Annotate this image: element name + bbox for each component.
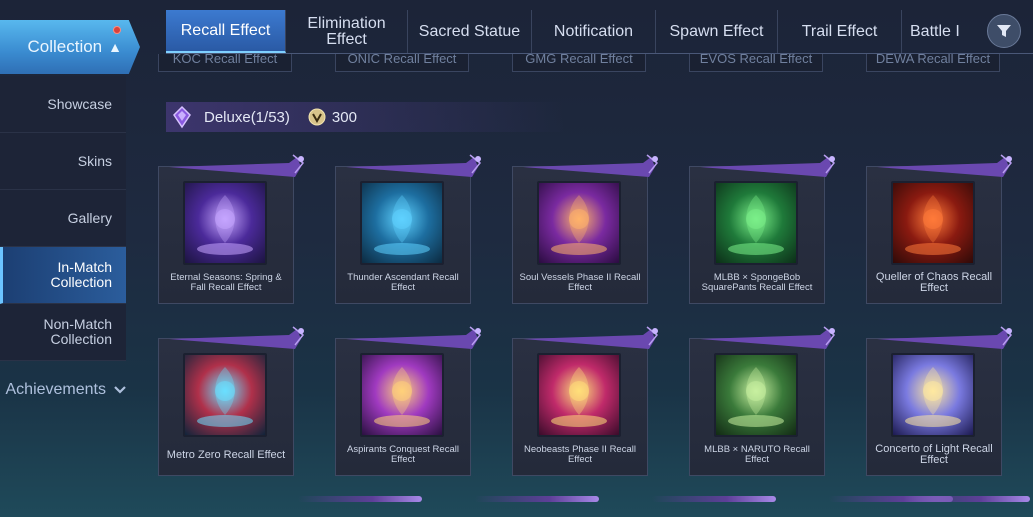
card-ribbon-decoration [169,326,305,349]
recall-effect-card[interactable]: Eternal Seasons: Spring & Fall Recall Ef… [158,154,305,304]
recall-effect-thumbnail [891,353,975,437]
ribbon-decoration [906,496,1030,502]
tab-label: Recall Effect [180,21,271,39]
sidebar-item-label: Skins [77,152,112,169]
recall-effect-name: Neobeasts Phase II Recall Effect [524,444,636,465]
sidebar-item-showcase[interactable]: Showcase [0,76,126,133]
recall-effect-name: Metro Zero Recall Effect [166,448,286,461]
tab-label: Spawn Effect [669,22,764,40]
tab-label: Trail Effect [801,22,878,40]
sidebar-item-skins[interactable]: Skins [0,133,126,190]
card-ribbon-decoration [346,154,482,177]
tab-label: Battle I [910,22,960,40]
notification-dot-icon [113,26,121,34]
card-ribbon-decoration [346,326,482,349]
tab-spawn-effect[interactable]: Spawn Effect [656,10,778,53]
partial-card-label: KOC Recall Effect [172,54,278,66]
sidebar-item-label: Non-Match Collection [43,316,112,347]
recall-effect-name: MLBB × SpongeBob SquarePants Recall Effe… [701,272,813,293]
chevron-up-icon: ▲ [108,39,122,55]
tab-recall-effect[interactable]: Recall Effect [166,10,286,53]
ribbon-decoration [298,496,422,502]
partial-card[interactable]: DEWA Recall Effect [866,54,1000,72]
partial-card[interactable]: KOC Recall Effect [158,54,292,72]
recall-effect-card[interactable]: Soul Vessels Phase II Recall Effect [512,154,659,304]
section-price: 300 [331,108,357,126]
tab-sacred-statue[interactable]: Sacred Statue [408,10,532,53]
recall-effect-thumbnail [714,353,798,437]
deluxe-diamond-icon [173,105,191,129]
card-ribbon-decoration [523,154,659,177]
coin-icon [308,108,326,126]
sidebar: Collection ▲ Showcase Skins Gallery In-M… [0,0,148,517]
recall-effect-name: Thunder Ascendant Recall Effect [347,272,459,293]
tab-trail-effect[interactable]: Trail Effect [778,10,902,53]
section-header: Deluxe(1/53) 300 [166,102,666,132]
card-ribbon-decoration [169,154,305,177]
achievements-button[interactable]: Achievements [0,370,140,410]
collection-submenu: Showcase Skins Gallery In-Match Collecti… [0,76,126,361]
sidebar-item-non-match-collection[interactable]: Non-Match Collection [0,304,126,361]
ribbon-decoration [652,496,776,502]
card-ribbon-decoration [700,326,836,349]
sidebar-item-gallery[interactable]: Gallery [0,190,126,247]
recall-effect-name: Queller of Chaos Recall Effect [875,271,993,294]
card-ribbon-decoration [700,154,836,177]
recall-effect-thumbnail [537,181,621,265]
card-ribbon-decoration [877,326,1013,349]
partial-card[interactable]: EVOS Recall Effect [689,54,823,72]
collection-label: Collection [27,37,103,56]
bottom-ribbons [158,496,1030,506]
partial-card-label: DEWA Recall Effect [875,54,991,66]
partial-card[interactable]: GMG Recall Effect [512,54,646,72]
recall-effect-thumbnail [360,353,444,437]
tab-label: Sacred Statue [418,22,521,40]
recall-effect-card[interactable]: Metro Zero Recall Effect [158,326,305,476]
ribbon-decoration [475,496,599,502]
partial-card-label: ONIC Recall Effect [347,54,457,66]
recall-effect-thumbnail [714,181,798,265]
recall-effect-name: Concerto of Light Recall Effect [875,443,993,466]
recall-effect-thumbnail [360,181,444,265]
sidebar-item-label: Gallery [67,209,112,226]
section-title: Deluxe(1/53) [204,108,290,126]
recall-effect-card[interactable]: Neobeasts Phase II Recall Effect [512,326,659,476]
sidebar-item-in-match-collection[interactable]: In-Match Collection [0,247,126,304]
recall-effect-thumbnail [537,353,621,437]
recall-effect-name: Aspirants Conquest Recall Effect [347,444,459,465]
chevron-down-icon [114,386,126,394]
tab-elimination-effect[interactable]: Elimination Effect [286,10,408,53]
partial-card-row: KOC Recall Effect ONIC Recall Effect GMG… [158,54,1028,74]
recall-effect-card[interactable]: Thunder Ascendant Recall Effect [335,154,482,304]
recall-effect-thumbnail [183,353,267,437]
partial-card-label: EVOS Recall Effect [699,54,813,66]
tab-label: Elimination Effect [307,14,386,48]
tab-battle[interactable]: Battle I [902,10,982,53]
partial-card[interactable]: ONIC Recall Effect [335,54,469,72]
tab-notification[interactable]: Notification [532,10,656,53]
recall-effect-card[interactable]: Queller of Chaos Recall Effect [866,154,1013,304]
recall-effect-card[interactable]: Concerto of Light Recall Effect [866,326,1013,476]
recall-effect-card[interactable]: Aspirants Conquest Recall Effect [335,326,482,476]
recall-effect-thumbnail [183,181,267,265]
filter-icon [997,25,1011,37]
recall-effect-card[interactable]: MLBB × SpongeBob SquarePants Recall Effe… [689,154,836,304]
recall-effect-thumbnail [891,181,975,265]
partial-card-label: GMG Recall Effect [525,54,633,66]
card-ribbon-decoration [877,154,1013,177]
sidebar-item-label: In-Match Collection [50,259,112,290]
recall-effect-name: MLBB × NARUTO Recall Effect [704,444,810,465]
tab-label: Notification [553,22,634,40]
recall-effect-card[interactable]: MLBB × NARUTO Recall Effect [689,326,836,476]
filter-button[interactable] [987,14,1021,48]
recall-effect-name: Eternal Seasons: Spring & Fall Recall Ef… [170,272,282,293]
recall-effect-name: Soul Vessels Phase II Recall Effect [519,272,641,293]
tab-bar: Recall Effect Elimination Effect Sacred … [166,10,1033,54]
card-ribbon-decoration [523,326,659,349]
achievements-label: Achievements [5,381,107,398]
sidebar-item-label: Showcase [47,95,112,112]
